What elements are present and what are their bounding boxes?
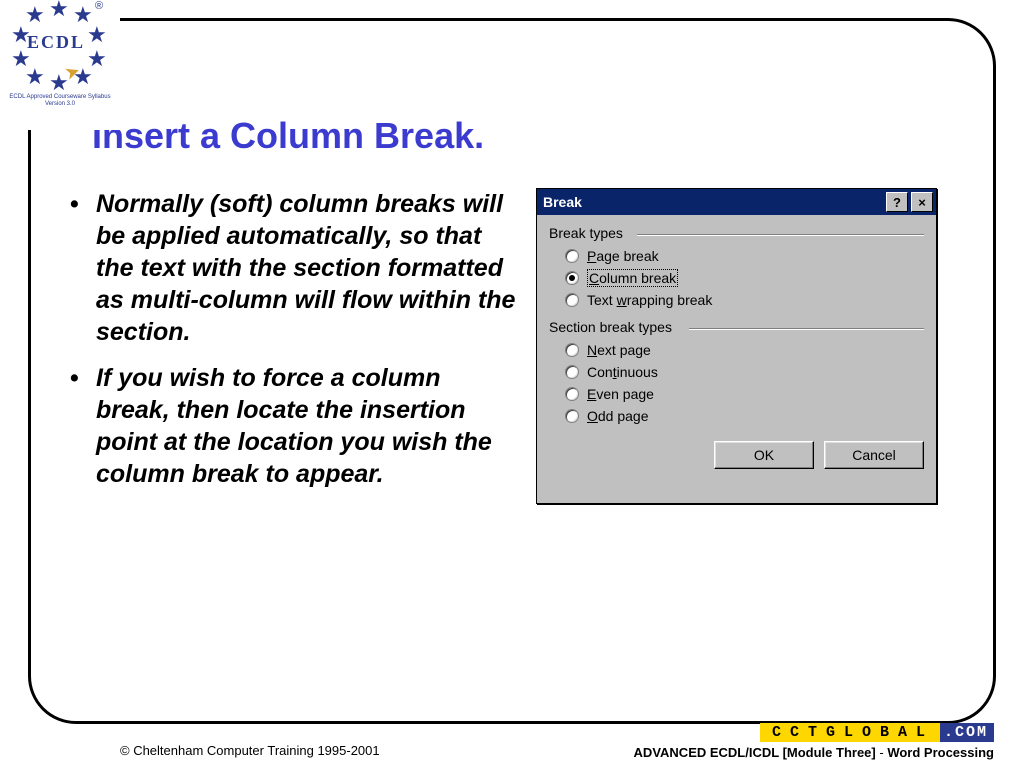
bullet-item: Normally (soft) column breaks will be ap… — [66, 188, 516, 348]
ecdl-logo-text: ECDL — [27, 32, 85, 53]
group-label-break-types: Break types — [549, 225, 924, 241]
radio-icon[interactable] — [565, 249, 579, 263]
cancel-button[interactable]: Cancel — [824, 441, 924, 469]
brand-badge-yellow: CCTGLOBAL — [760, 723, 940, 742]
radio-icon[interactable] — [565, 365, 579, 379]
radio-label: Continuous — [587, 364, 658, 380]
footer-right: CCTGLOBAL.COM ADVANCED ECDL/ICDL [Module… — [634, 723, 994, 760]
module-line: ADVANCED ECDL/ICDL [Module Three] - Word… — [634, 745, 994, 760]
close-button[interactable]: × — [911, 192, 933, 212]
radio-label: Column break — [587, 270, 678, 286]
radio-break-type[interactable]: Column break — [549, 267, 924, 289]
radio-label: Next page — [587, 342, 651, 358]
bullet-list: Normally (soft) column breaks will be ap… — [66, 188, 516, 504]
radio-section-type[interactable]: Odd page — [549, 405, 924, 427]
copyright-text: © Cheltenham Computer Training 1995-2001 — [30, 743, 380, 760]
ok-button[interactable]: OK — [714, 441, 814, 469]
dialog-title: Break — [543, 194, 582, 210]
radio-icon[interactable] — [565, 343, 579, 357]
break-dialog: Break ? × Break types Page break Column b… — [536, 188, 937, 504]
radio-icon[interactable] — [565, 409, 579, 423]
page-title: Insert a Column Break. — [92, 115, 484, 157]
radio-icon[interactable] — [565, 271, 579, 285]
radio-label: Text wrapping break — [587, 292, 712, 308]
radio-icon[interactable] — [565, 293, 579, 307]
brand-badge-blue: .COM — [940, 723, 994, 742]
radio-break-type[interactable]: Page break — [549, 245, 924, 267]
ecdl-logo: ® ★ ★ ★ ★ ★ ★ ★ ★ ★ ★ ECDL ➤ ECDL Approv… — [0, 0, 120, 130]
bullet-item: If you wish to force a column break, the… — [66, 362, 516, 490]
radio-icon[interactable] — [565, 387, 579, 401]
radio-section-type[interactable]: Continuous — [549, 361, 924, 383]
radio-label: Even page — [587, 386, 654, 402]
radio-section-type[interactable]: Even page — [549, 383, 924, 405]
help-button[interactable]: ? — [886, 192, 908, 212]
radio-section-type[interactable]: Next page — [549, 339, 924, 361]
group-label-section-types: Section break types — [549, 319, 924, 335]
radio-label: Page break — [587, 248, 659, 264]
radio-break-type[interactable]: Text wrapping break — [549, 289, 924, 311]
star-ring-icon: ★ ★ ★ ★ ★ ★ ★ ★ ★ ★ ECDL ➤ — [5, 0, 115, 90]
radio-label: Odd page — [587, 408, 649, 424]
dialog-titlebar[interactable]: Break ? × — [537, 189, 936, 215]
